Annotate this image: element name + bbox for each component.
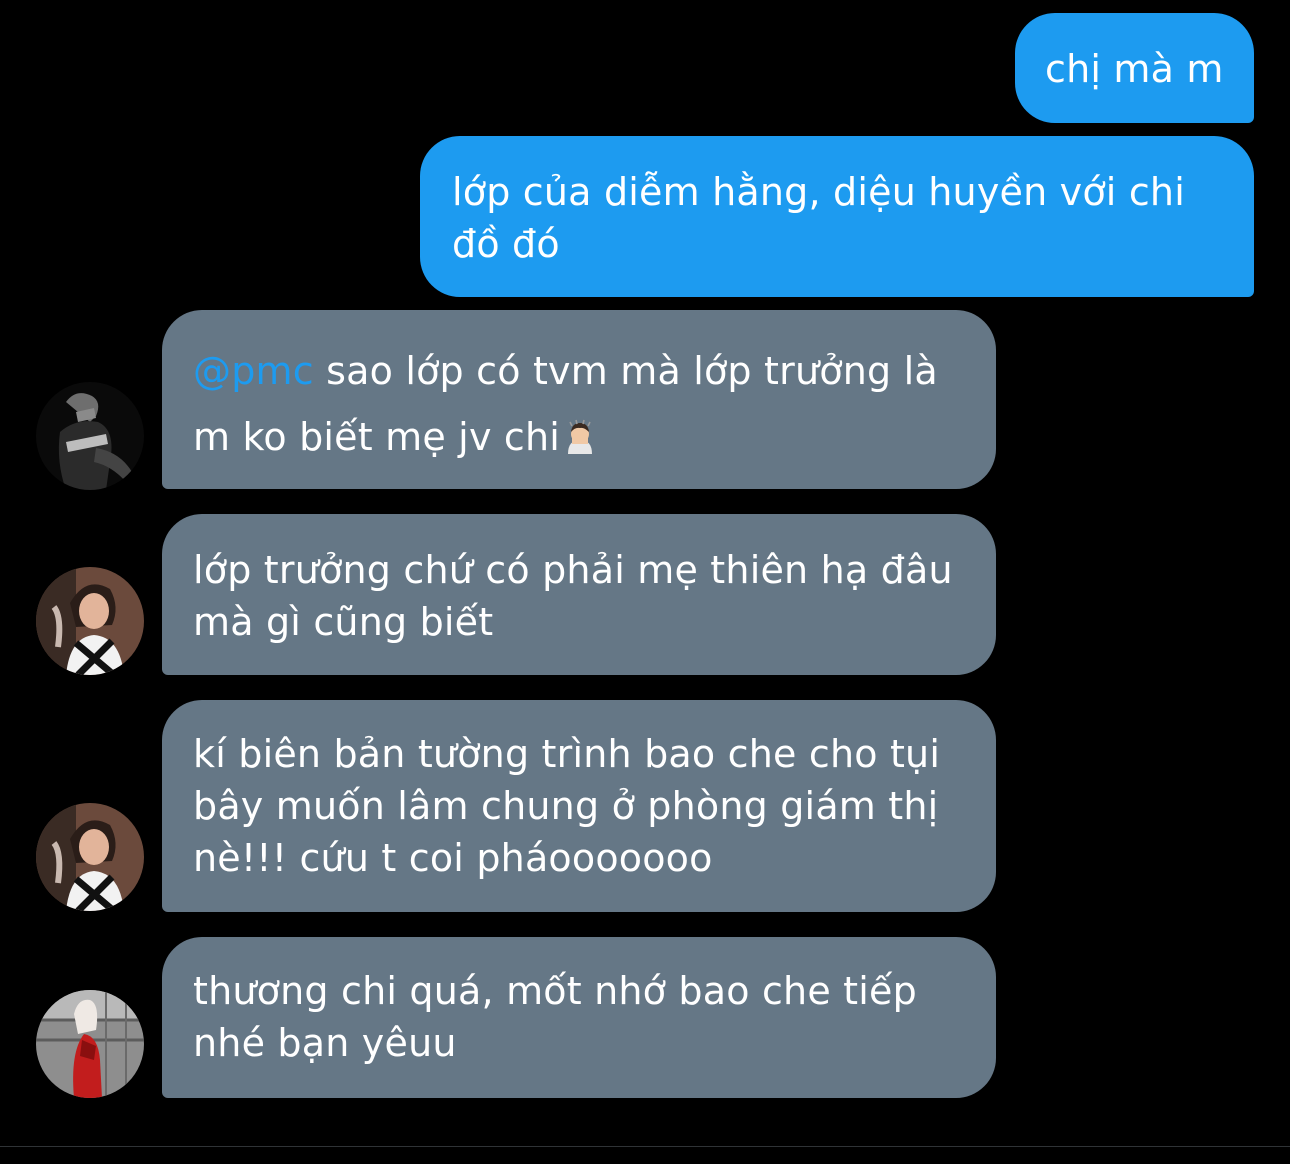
message-text: sao lớp có tvm mà lớp trưởng là — [313, 349, 938, 393]
message-line: m ko biết mẹ jv chi — [193, 404, 960, 470]
sender-avatar[interactable] — [36, 567, 144, 675]
message-bubble-incoming[interactable]: @pmc sao lớp có tvm mà lớp trưởng là m k… — [162, 310, 996, 489]
avatar-image-icon — [36, 567, 144, 675]
sender-avatar[interactable] — [36, 990, 144, 1098]
message-thread: chị mà m lớp của diễm hằng, diệu huyền v… — [0, 0, 1290, 1164]
message-bubble-incoming[interactable]: kí biên bản tường trình bao che cho tụi … — [162, 700, 996, 912]
message-text: lớp của diễm hằng, diệu huyền với chi đồ… — [452, 170, 1185, 266]
message-text: lớp trưởng chứ có phải mẹ thiên hạ đâu m… — [193, 548, 953, 644]
message-text: m ko biết mẹ jv chi — [193, 415, 561, 459]
avatar-image-icon — [36, 803, 144, 911]
message-bubble-incoming[interactable]: lớp trưởng chứ có phải mẹ thiên hạ đâu m… — [162, 514, 996, 675]
sender-avatar[interactable] — [36, 803, 144, 911]
sender-avatar[interactable] — [36, 382, 144, 490]
message-text: chị mà m — [1045, 47, 1224, 91]
message-text: kí biên bản tường trình bao che cho tụi … — [193, 732, 941, 880]
message-bubble-outgoing[interactable]: lớp của diễm hằng, diệu huyền với chi đồ… — [420, 136, 1254, 297]
mention-link[interactable]: @pmc — [193, 349, 314, 393]
message-bubble-outgoing[interactable]: chị mà m — [1015, 13, 1254, 123]
person-facepalm-emoji-icon — [568, 419, 593, 454]
avatar-image-icon — [36, 382, 144, 490]
divider — [0, 1146, 1290, 1147]
avatar-image-icon — [36, 990, 144, 1098]
message-text: thương chi quá, mốt nhớ bao che tiếp nhé… — [193, 969, 917, 1065]
message-line: @pmc sao lớp có tvm mà lớp trưởng là — [193, 338, 960, 404]
message-bubble-incoming[interactable]: thương chi quá, mốt nhớ bao che tiếp nhé… — [162, 937, 996, 1098]
